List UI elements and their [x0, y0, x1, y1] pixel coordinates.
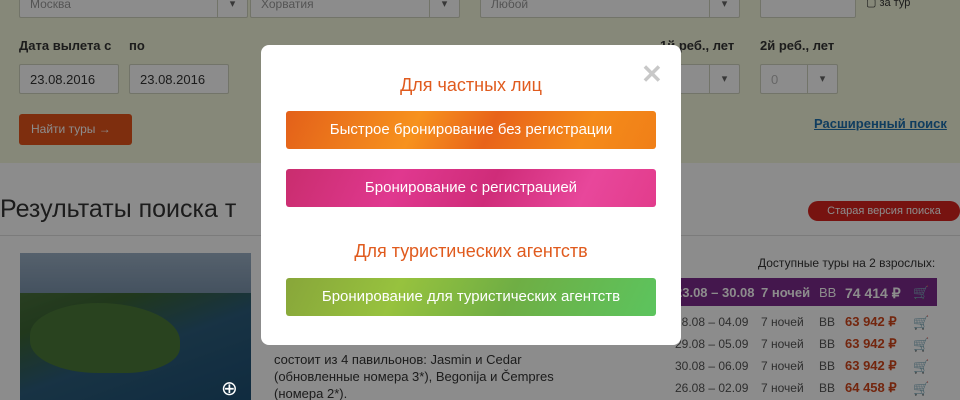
- private-heading: Для частных лиц: [400, 75, 542, 95]
- registered-booking-button[interactable]: Бронирование с регистрацией: [286, 169, 656, 207]
- agency-booking-button[interactable]: Бронирование для туристических агентств: [286, 278, 656, 316]
- booking-modal: ✕ Для частных лиц Быстрое бронирование б…: [261, 45, 681, 345]
- zoom-icon[interactable]: ⊕: [221, 376, 243, 400]
- agency-heading: Для туристических агентств: [354, 241, 588, 261]
- quick-booking-button[interactable]: Быстрое бронирование без регистрации: [286, 111, 656, 149]
